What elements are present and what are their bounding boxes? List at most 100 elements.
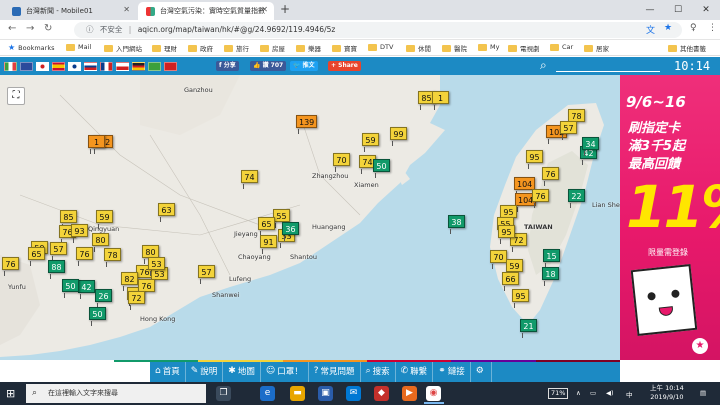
aqi-station-marker[interactable]: 59	[96, 210, 113, 229]
aqi-station-marker[interactable]: 1	[88, 135, 105, 154]
search-icon[interactable]: ⌕	[540, 58, 547, 73]
language-flag-icon[interactable]	[52, 62, 65, 71]
aqi-station-marker[interactable]: 59	[506, 259, 523, 278]
language-flag-icon[interactable]	[148, 62, 161, 71]
bookmark-item[interactable]: My	[478, 43, 499, 51]
aqi-station-marker[interactable]: 1	[432, 91, 449, 110]
share-button[interactable]: + Share	[328, 61, 361, 71]
language-flag-icon[interactable]	[68, 62, 81, 71]
aqi-station-marker[interactable]: 63	[158, 203, 175, 222]
new-tab-button[interactable]: +	[280, 2, 290, 16]
bookmark-item[interactable]: 寶寶	[332, 43, 357, 53]
aqi-station-marker[interactable]: 76	[2, 257, 19, 276]
aqi-station-marker[interactable]: 57	[560, 121, 577, 140]
bookmark-item[interactable]: 居家	[584, 43, 609, 53]
bottom-nav-item[interactable]: ⌕ 搜索	[361, 360, 396, 382]
edge-icon[interactable]: e	[260, 386, 275, 401]
aqi-station-marker[interactable]: 59	[362, 133, 379, 152]
close-icon[interactable]: ✕	[123, 5, 130, 14]
language-flag-icon[interactable]	[84, 62, 97, 71]
aqi-station-marker[interactable]: 22	[568, 189, 585, 208]
aqi-station-marker[interactable]: 99	[390, 127, 407, 146]
taskbar-search-input[interactable]: ⌕ 在這裡輸入文字來搜尋	[26, 384, 206, 403]
aqi-station-marker[interactable]: 82	[121, 272, 138, 291]
aqi-station-marker[interactable]: 57	[198, 265, 215, 284]
back-icon[interactable]: ←	[8, 23, 16, 34]
aqi-station-marker[interactable]: 50	[89, 307, 106, 326]
language-flag-icon[interactable]	[20, 62, 33, 71]
chrome-icon[interactable]: ◉	[426, 386, 441, 401]
aqi-map[interactable]: ⛶ Ganzhou Zhangzhou Xiamen Huangang Chao…	[0, 75, 620, 360]
mail-icon[interactable]: ✉	[346, 386, 361, 401]
file-explorer-icon[interactable]: ▬	[290, 386, 305, 401]
close-window-icon[interactable]: ✕	[692, 0, 720, 20]
aqi-station-marker[interactable]: 36	[282, 222, 299, 241]
ime-lang[interactable]: 中	[626, 389, 633, 399]
aqi-station-marker[interactable]: 70	[333, 153, 350, 172]
aqi-station-marker[interactable]: 55	[273, 209, 290, 228]
tray-up-icon[interactable]: ∧	[576, 389, 581, 397]
aqi-station-marker[interactable]: 70	[490, 250, 507, 269]
store-icon[interactable]: ▣	[318, 386, 333, 401]
tweet-button[interactable]: 🐦 推文	[290, 61, 318, 71]
aqi-station-marker[interactable]: 88	[48, 260, 65, 279]
language-flag-icon[interactable]	[36, 62, 49, 71]
ad-banner[interactable]: 9/6~16 刷指定卡 滿3千5起 最高回饋 11% 限量需登錄 ★	[620, 75, 720, 360]
info-icon[interactable]: ⓘ	[86, 25, 94, 34]
aqi-station-marker[interactable]: 38	[448, 215, 465, 234]
aqi-station-marker[interactable]: 53	[148, 257, 165, 276]
notification-icon[interactable]: ▤	[700, 389, 706, 397]
reload-icon[interactable]: ↻	[44, 23, 52, 34]
bottom-nav-item[interactable]: ⚙	[471, 360, 492, 382]
facebook-share-button[interactable]: f 分享	[216, 61, 239, 71]
weather-status[interactable]: 71%	[548, 388, 569, 399]
bookmark-item[interactable]: Car	[550, 43, 573, 51]
bookmark-item[interactable]: 政府	[188, 43, 213, 53]
bookmark-item[interactable]: ★ Bookmarks	[8, 43, 55, 52]
close-icon[interactable]: ✕	[261, 5, 268, 14]
language-flag-icon[interactable]	[4, 62, 17, 71]
aqi-station-marker[interactable]: 80	[92, 233, 109, 252]
aqi-station-marker[interactable]: 85	[60, 210, 77, 229]
fullscreen-button[interactable]: ⛶	[7, 87, 25, 105]
aqi-station-marker[interactable]: 76	[76, 247, 93, 266]
language-flag-icon[interactable]	[132, 62, 145, 71]
language-flag-icon[interactable]	[116, 62, 129, 71]
aqi-station-marker[interactable]: 65	[28, 247, 45, 266]
bookmark-item[interactable]: 電視劇	[508, 43, 540, 53]
aqi-station-marker[interactable]: 57	[50, 242, 67, 261]
bookmark-item[interactable]: 醫院	[442, 43, 467, 53]
taskbar-clock[interactable]: 上午 10:14 2019/9/10	[650, 384, 684, 402]
minimize-icon[interactable]: —	[636, 0, 664, 20]
bookmark-item[interactable]: 理財	[152, 43, 177, 53]
bookmark-item[interactable]: 休閒	[406, 43, 431, 53]
bookmark-star-icon[interactable]: ★	[664, 23, 672, 33]
aqi-station-marker[interactable]: 91	[260, 235, 277, 254]
aqi-station-marker[interactable]: 18	[542, 267, 559, 286]
bookmark-item[interactable]: 房屋	[260, 43, 285, 53]
aqi-station-marker[interactable]: 76	[532, 189, 549, 208]
facebook-like-button[interactable]: 👍 讚 707	[250, 61, 287, 71]
aqi-station-marker[interactable]: 76	[542, 167, 559, 186]
windows-start-icon[interactable]: ⊞	[6, 387, 15, 400]
translate-icon[interactable]: 文	[646, 23, 655, 36]
aqi-station-marker[interactable]: 95	[498, 225, 515, 244]
forward-icon[interactable]: →	[26, 23, 34, 34]
aqi-station-marker[interactable]: 74	[241, 170, 258, 189]
bookmark-item[interactable]: DTV	[368, 43, 393, 51]
bottom-nav-item[interactable]: ⌂ 首頁	[150, 360, 186, 382]
aqi-station-marker[interactable]: 65	[258, 217, 275, 236]
aqi-station-marker[interactable]: 26	[95, 289, 112, 308]
aqi-station-marker[interactable]: 78	[104, 248, 121, 267]
aqi-station-marker[interactable]: 139	[296, 115, 318, 134]
maximize-icon[interactable]: ☐	[664, 0, 692, 20]
bookmark-item[interactable]: Mail	[66, 43, 91, 51]
menu-icon[interactable]: ⋮	[708, 23, 717, 33]
network-icon[interactable]: ▭	[590, 389, 596, 397]
aqi-station-marker[interactable]: 93	[71, 224, 88, 243]
bottom-nav-item[interactable]: ✆ 聯繫	[396, 360, 434, 382]
search-input[interactable]	[556, 71, 660, 72]
bottom-nav-item[interactable]: ☺ 口罩！	[261, 360, 309, 382]
app-icon[interactable]: ◆	[374, 386, 389, 401]
aqi-station-marker[interactable]: 95	[512, 289, 529, 308]
